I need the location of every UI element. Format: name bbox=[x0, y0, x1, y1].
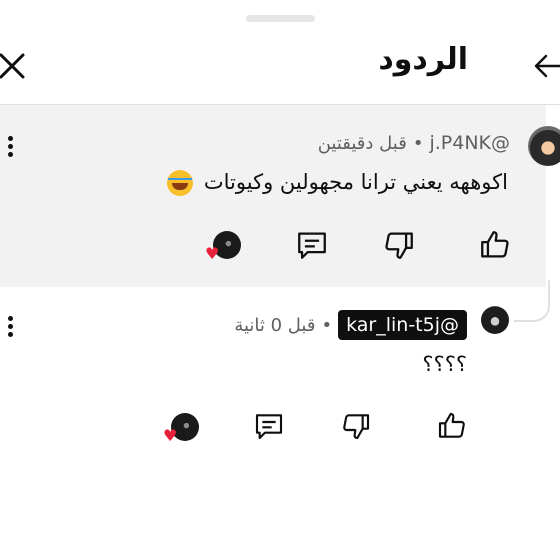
like-button[interactable] bbox=[478, 228, 512, 262]
dislike-icon bbox=[385, 232, 413, 259]
page-title: الردود bbox=[378, 42, 468, 77]
comment-body: اكوههه يعني ترانا مجهولين وكيوتات bbox=[203, 170, 508, 194]
comment-text: ؟؟؟؟ bbox=[422, 352, 467, 376]
comment-time: قبل 0 ثانية bbox=[234, 315, 316, 336]
reply-button[interactable] bbox=[253, 410, 287, 444]
back-arrow-icon bbox=[534, 54, 560, 78]
creator-heart-icon: ♥ bbox=[163, 426, 178, 445]
creator-heart-icon: ♥ bbox=[205, 244, 220, 263]
reply-button[interactable] bbox=[295, 228, 329, 262]
laughing-emoji-icon bbox=[167, 170, 194, 196]
comment-time: قبل دقيقتين bbox=[317, 133, 407, 154]
comment-author[interactable]: @j.P4NK bbox=[429, 132, 510, 154]
avatar[interactable] bbox=[481, 306, 509, 334]
close-button[interactable] bbox=[0, 48, 30, 84]
reply-icon bbox=[255, 414, 283, 440]
replies-header: الردود bbox=[0, 30, 560, 100]
like-icon bbox=[481, 231, 509, 258]
drag-handle[interactable] bbox=[246, 15, 315, 22]
like-button[interactable] bbox=[436, 410, 470, 444]
close-icon bbox=[0, 53, 25, 79]
more-vert-icon[interactable] bbox=[8, 136, 14, 160]
reply-icon bbox=[298, 232, 326, 259]
avatar[interactable] bbox=[528, 126, 560, 166]
comment-author[interactable]: @kar_lin-t5j bbox=[338, 310, 467, 340]
back-button[interactable] bbox=[530, 48, 560, 84]
comment-meta: @kar_lin-t5j•قبل 0 ثانية bbox=[234, 310, 467, 340]
like-icon bbox=[438, 412, 465, 438]
comment-meta: @j.P4NK•قبل دقيقتين bbox=[317, 132, 510, 154]
dislike-icon bbox=[343, 414, 370, 440]
more-vert-icon[interactable] bbox=[8, 316, 14, 340]
dislike-button[interactable] bbox=[382, 228, 416, 262]
dislike-button[interactable] bbox=[340, 410, 374, 444]
thread-connector bbox=[514, 280, 550, 322]
comment-text: اكوههه يعني ترانا مجهولين وكيوتات bbox=[167, 170, 508, 196]
